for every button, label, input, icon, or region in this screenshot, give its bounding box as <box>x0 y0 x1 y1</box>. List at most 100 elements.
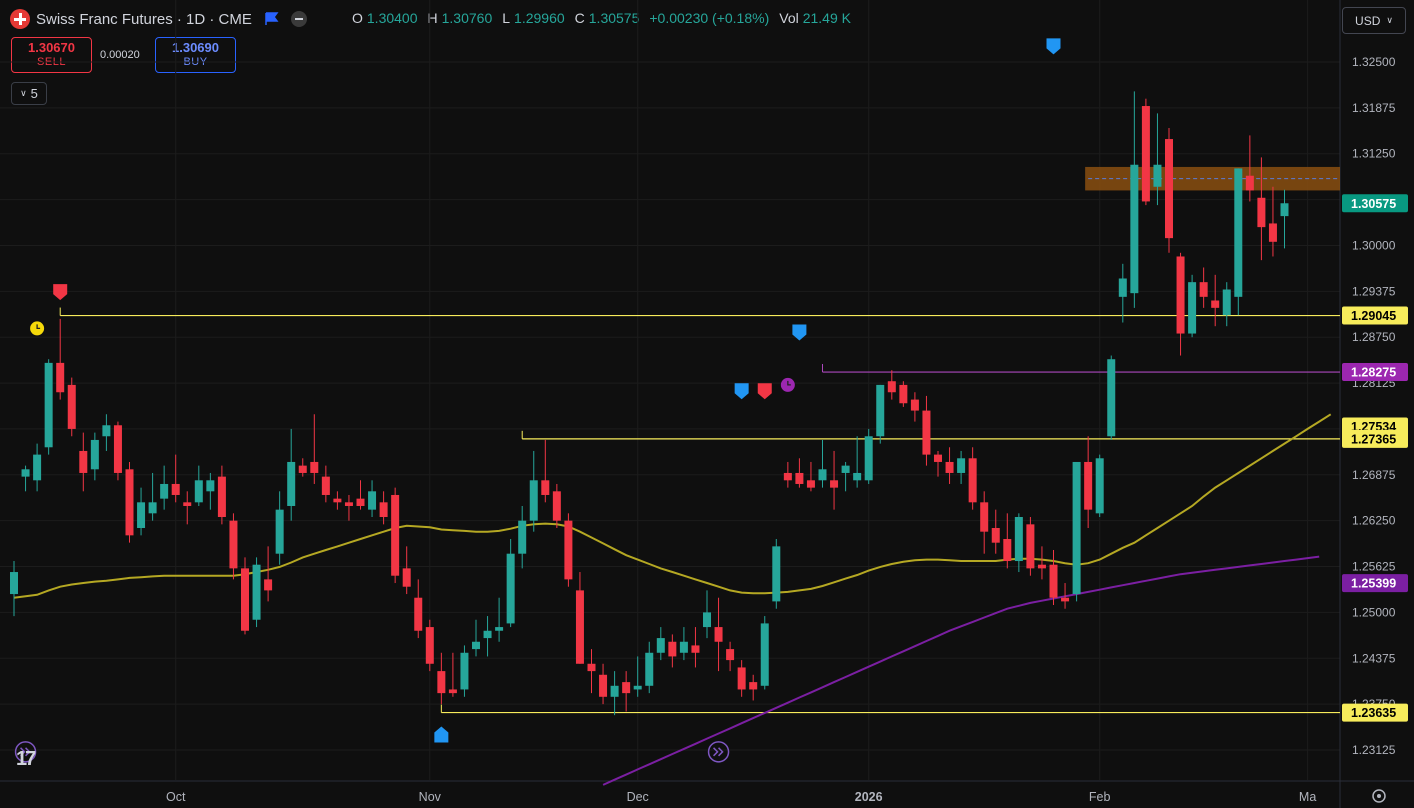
tradingview-logo: 17 <box>16 748 36 770</box>
candle <box>252 557 261 628</box>
signal-down-marker-icon <box>53 284 68 301</box>
candle <box>887 370 896 400</box>
candle <box>194 465 203 506</box>
candle <box>737 660 746 697</box>
price-tick-label: 1.25625 <box>1352 560 1396 574</box>
candle <box>333 491 342 510</box>
candle <box>656 627 665 661</box>
candle <box>56 318 65 400</box>
candle-body <box>633 685 642 690</box>
candle-body <box>102 425 111 437</box>
price-tick-label: 1.24375 <box>1352 651 1396 665</box>
candle <box>1141 98 1150 206</box>
candle-body <box>414 597 423 631</box>
candle <box>957 450 966 484</box>
candle-body <box>10 572 18 595</box>
price-tick-label: 1.29375 <box>1352 284 1396 298</box>
candle-body <box>171 483 180 495</box>
candle <box>1130 91 1139 308</box>
candle <box>368 480 377 517</box>
candle-body <box>1026 524 1035 569</box>
candle <box>495 597 504 642</box>
candle <box>668 634 677 668</box>
candle-body <box>506 553 515 624</box>
candle-body <box>645 652 654 686</box>
candle <box>1118 263 1127 323</box>
candle <box>287 428 296 521</box>
candle-body <box>772 546 781 602</box>
candle-body <box>760 623 769 686</box>
candle <box>864 428 873 484</box>
candle-body <box>587 663 596 672</box>
candle-body <box>1245 175 1254 191</box>
time-tick-label: Dec <box>627 790 649 804</box>
candle <box>1222 282 1231 327</box>
ma-short-line <box>13 413 1332 599</box>
candle-body <box>391 494 400 576</box>
candle <box>783 461 792 488</box>
candle <box>587 649 596 694</box>
candle-body <box>137 502 146 529</box>
candle-body <box>1118 278 1127 297</box>
candle <box>645 641 654 694</box>
candle <box>448 652 457 697</box>
candle <box>21 465 30 492</box>
signal-up-marker-icon <box>434 726 449 743</box>
candle <box>90 432 99 481</box>
candle-body <box>90 439 99 470</box>
candle-body <box>899 384 908 404</box>
candle-body <box>934 454 942 462</box>
candle <box>552 483 561 529</box>
candle <box>945 447 954 484</box>
price-tick-label: 1.31250 <box>1352 147 1396 161</box>
candle <box>437 652 446 705</box>
candle <box>575 572 584 664</box>
candle-body <box>241 568 249 631</box>
candle-body <box>1107 359 1116 437</box>
candle-body <box>806 480 815 488</box>
candle-body <box>56 362 65 393</box>
candle-body <box>564 520 573 580</box>
candle-body <box>749 682 758 690</box>
signal-down-marker-icon <box>1046 38 1061 55</box>
candle-body <box>321 476 330 495</box>
candle <box>760 616 769 690</box>
candle <box>714 597 723 672</box>
candle <box>1165 128 1173 253</box>
candle <box>125 461 134 543</box>
candle-body <box>714 627 723 642</box>
candle-body <box>1141 106 1150 202</box>
candle-body <box>968 458 977 503</box>
candle-body <box>148 502 157 514</box>
candle-body <box>1003 539 1012 562</box>
candle-body <box>922 410 931 455</box>
candle <box>691 627 700 668</box>
candle <box>1199 267 1208 308</box>
candle <box>922 395 931 466</box>
candle-body <box>252 564 261 620</box>
candle-body <box>818 469 827 481</box>
candle <box>1026 516 1035 576</box>
candle-body <box>229 520 238 569</box>
candle-body <box>460 652 469 690</box>
price-tick-label: 1.26875 <box>1352 468 1396 482</box>
candle <box>1003 513 1012 569</box>
candle <box>818 439 827 488</box>
candle-body <box>310 461 319 473</box>
settings-gear-center <box>1377 794 1381 798</box>
candle-body <box>668 641 677 657</box>
candle <box>1211 274 1220 327</box>
candle <box>275 491 284 565</box>
candle-body <box>1234 168 1243 297</box>
candle <box>841 461 850 492</box>
candle-body <box>910 399 919 411</box>
candle-body <box>795 472 804 484</box>
candle <box>79 432 88 492</box>
candle <box>1268 186 1277 257</box>
candle-body <box>1176 256 1185 334</box>
candle-body <box>1165 139 1173 239</box>
candle <box>1280 189 1289 249</box>
price-chart[interactable]: 1.325001.318751.312501.306251.300001.293… <box>0 0 1414 808</box>
candle-body <box>483 630 492 639</box>
candle <box>980 491 989 554</box>
